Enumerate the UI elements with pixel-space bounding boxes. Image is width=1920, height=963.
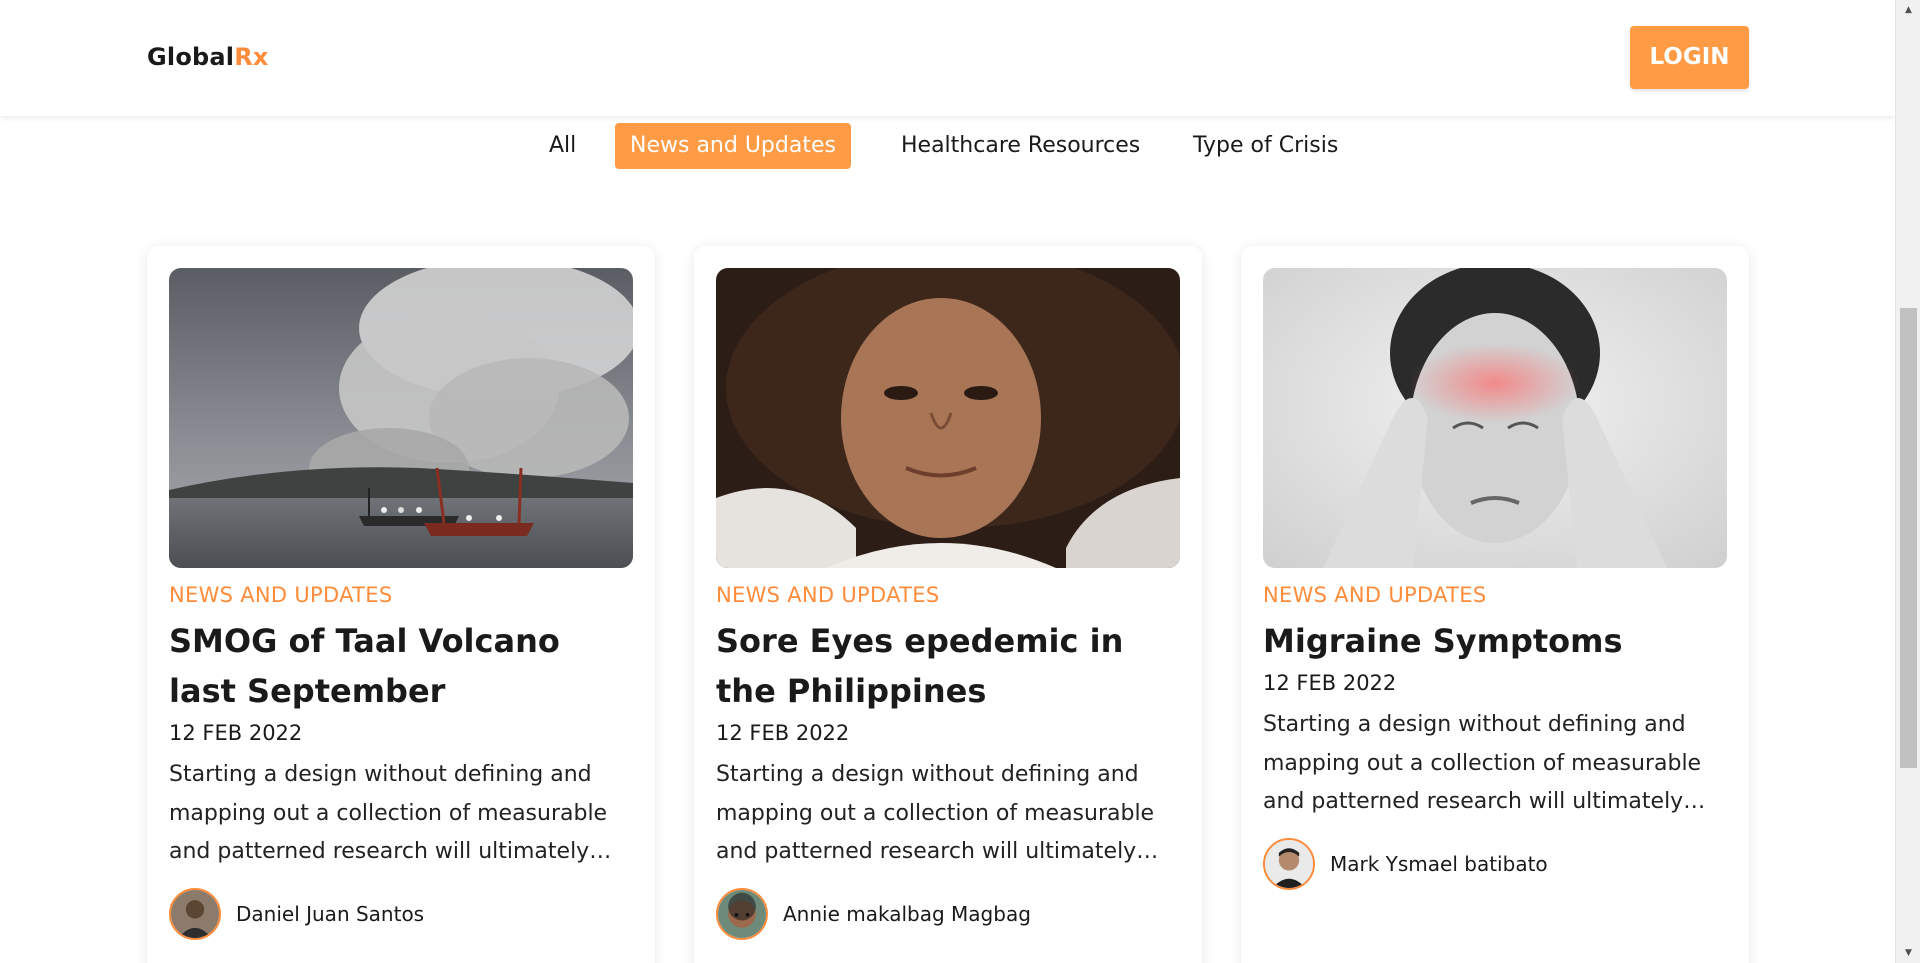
card-excerpt: Starting a design without defining and m…: [716, 762, 1159, 864]
card-image-portrait[interactable]: [716, 268, 1180, 568]
page: GlobalRx LOGIN All News and Updates Heal…: [0, 0, 1920, 963]
tab-healthcare-resources[interactable]: Healthcare Resources: [901, 123, 1140, 169]
card-title[interactable]: Sore Eyes epedemic in the Philippines: [716, 616, 1184, 716]
author-name: Mark Ysmael batibato: [1330, 851, 1548, 876]
article-card[interactable]: NEWS AND UPDATES SMOG of Taal Volcano la…: [147, 246, 655, 963]
avatar: [169, 887, 221, 940]
article-card[interactable]: NEWS AND UPDATES Migraine Symptoms 12 FE…: [1241, 246, 1749, 963]
logo-accent-text: Rx: [234, 43, 269, 71]
card-image-volcano[interactable]: [169, 268, 633, 568]
login-button[interactable]: LOGIN: [1630, 26, 1749, 89]
author-name: Annie makalbag Magbag: [783, 901, 1031, 926]
card-image-migraine[interactable]: [1263, 268, 1727, 568]
card-meta: 12 FEB 2022 Starting a design without de…: [169, 718, 639, 940]
card-title[interactable]: SMOG of Taal Volcano last September: [169, 616, 637, 716]
card-excerpt: Starting a design without defining and m…: [169, 762, 612, 864]
top-nav: GlobalRx LOGIN: [0, 0, 1895, 116]
card-category: NEWS AND UPDATES: [169, 583, 393, 607]
avatar: [716, 887, 768, 940]
card-date: 12 FEB 2022: [169, 721, 303, 745]
tab-all[interactable]: All: [549, 123, 576, 169]
card-date: 12 FEB 2022: [1263, 671, 1397, 695]
card-category: NEWS AND UPDATES: [716, 583, 940, 607]
tab-news-and-updates[interactable]: News and Updates: [615, 123, 851, 169]
avatar: [1263, 837, 1315, 890]
logo[interactable]: GlobalRx: [147, 43, 269, 71]
logo-main-text: Global: [147, 43, 235, 71]
card-excerpt: Starting a design without defining and m…: [1263, 712, 1706, 814]
tab-type-of-crisis[interactable]: Type of Crisis: [1193, 123, 1338, 169]
scroll-down-arrow-icon[interactable]: ▼: [1896, 943, 1920, 963]
author-name: Daniel Juan Santos: [236, 901, 425, 926]
category-filter-tabs: All News and Updates Healthcare Resource…: [0, 123, 1895, 169]
card-date: 12 FEB 2022: [716, 721, 850, 745]
scroll-up-arrow-icon[interactable]: ▲: [1896, 0, 1920, 20]
card-category: NEWS AND UPDATES: [1263, 583, 1487, 607]
card-author[interactable]: Daniel Juan Santos: [169, 887, 639, 940]
scrollbar-thumb[interactable]: [1900, 308, 1917, 768]
card-meta: 12 FEB 2022 Starting a design without de…: [1263, 668, 1733, 890]
card-title[interactable]: Migraine Symptoms: [1263, 616, 1731, 666]
card-meta: 12 FEB 2022 Starting a design without de…: [716, 718, 1186, 940]
card-author[interactable]: Annie makalbag Magbag: [716, 887, 1186, 940]
card-author[interactable]: Mark Ysmael batibato: [1263, 837, 1733, 890]
article-card[interactable]: NEWS AND UPDATES Sore Eyes epedemic in t…: [694, 246, 1202, 963]
vertical-scrollbar[interactable]: ▲ ▼: [1895, 0, 1920, 963]
